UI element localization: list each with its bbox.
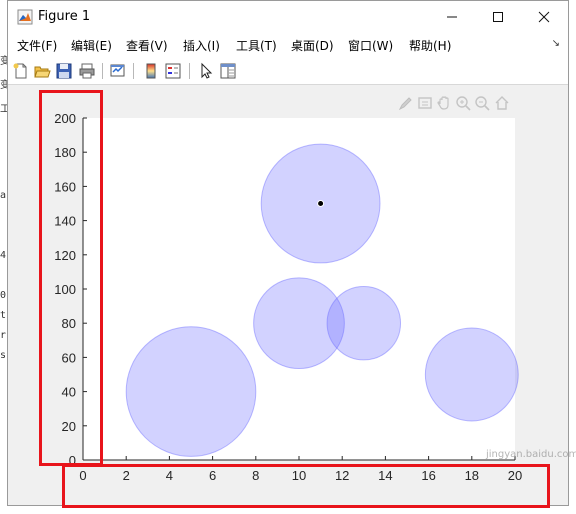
matlab-app-icon [17,9,33,25]
x-tick-label: 14 [378,468,392,483]
y-tick-label: 200 [54,111,76,126]
x-tick-label: 18 [465,468,479,483]
figure-window: Figure 1 文件(F) 编辑(E) 查看(V) 插入(I) 工具(T) 桌… [7,0,576,506]
background-code-char: 4 [0,250,7,261]
x-tick-label: 16 [421,468,435,483]
bubble-marker [424,327,519,422]
close-button[interactable] [521,1,567,32]
menu-tools[interactable]: 工具(T) [236,37,277,54]
x-tick-label: 6 [209,468,216,483]
menu-insert[interactable]: 插入(I) [183,37,220,54]
menu-window[interactable]: 窗口(W) [348,37,393,54]
print-icon[interactable] [78,62,96,80]
y-tick-label: 180 [54,145,76,160]
toolbar-separator [133,63,134,79]
y-tick-label: 160 [54,179,76,194]
y-tick-label: 120 [54,248,76,263]
y-tick-label: 60 [62,350,76,365]
x-tick-label: 10 [292,468,306,483]
property-editor-icon[interactable] [219,62,237,80]
watermark: jingyan.baidu.com [486,449,576,460]
open-icon[interactable] [33,62,51,80]
close-icon [538,11,550,22]
menu-file[interactable]: 文件(F) [17,37,57,54]
background-code-char: r [0,330,7,341]
y-tick-label: 80 [62,316,76,331]
save-icon[interactable] [55,62,73,80]
new-figure-icon[interactable] [12,62,30,80]
maximize-button[interactable] [475,1,521,32]
y-tick-label: 40 [62,385,76,400]
chart-axes: 0 2 4 6 8 10 12 14 16 18 20 0 20 40 60 80 100 120 140 160 1… [54,111,522,483]
background-code-char: a [0,190,7,201]
legend-icon[interactable] [164,62,182,80]
y-tick-label: 0 [69,453,76,468]
title-bar: Figure 1 [8,1,568,32]
background-code-char: 0 [0,290,7,301]
x-tick-label: 12 [335,468,349,483]
menu-dock-arrow-icon[interactable]: ↘ [552,38,560,49]
background-code-char: t [0,310,7,321]
menu-view[interactable]: 查看(V) [126,37,168,54]
x-tick-label: 20 [508,468,522,483]
toolbar-separator [189,63,190,79]
toolbar-separator [102,63,103,79]
menu-edit[interactable]: 编辑(E) [71,37,112,54]
x-tick-label: 0 [79,468,86,483]
y-tick-label: 100 [54,282,76,297]
minimize-button[interactable] [429,1,475,32]
background-code-char: s [0,350,7,361]
menu-help[interactable]: 帮助(H) [409,37,451,54]
center-point-marker [317,200,325,207]
menu-desktop[interactable]: 桌面(D) [291,37,334,54]
figure-toolbar [8,56,568,85]
background-editor-strip-right [568,0,576,514]
maximize-icon [493,11,503,22]
y-tick-label: 140 [54,214,76,229]
minimize-icon [447,16,457,17]
pointer-icon[interactable] [197,62,215,80]
menu-bar: 文件(F) 编辑(E) 查看(V) 插入(I) 工具(T) 桌面(D) 窗口(W… [8,32,568,56]
y-tick-label: 20 [62,419,76,434]
x-tick-label: 4 [166,468,173,483]
bubble-marker [326,285,402,361]
x-tick-label: 2 [123,468,130,483]
window-title: Figure 1 [38,9,91,24]
x-tick-label: 8 [252,468,259,483]
bubble-marker [125,326,257,457]
link-plot-icon[interactable] [109,62,127,80]
colorbar-icon[interactable] [142,62,160,80]
